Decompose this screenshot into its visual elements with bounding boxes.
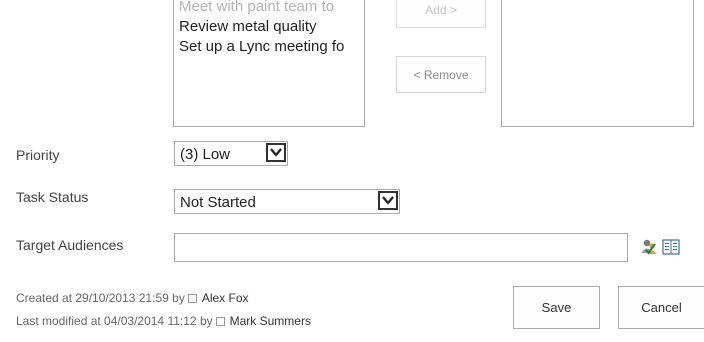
save-button[interactable]: Save [513, 286, 600, 329]
priority-select[interactable]: (3) Low [174, 141, 288, 166]
modified-by-text: by [199, 314, 213, 328]
list-item[interactable]: Meet with paint team to [179, 0, 359, 17]
presence-icon[interactable] [187, 294, 197, 303]
available-tasks-listbox[interactable]: Meet with paint team to Review metal qua… [173, 0, 365, 127]
created-info: Created at 29/10/2013 21:59 by Alex Fox [16, 291, 249, 305]
created-by-user-link[interactable]: Alex Fox [202, 291, 249, 305]
list-item[interactable]: Set up a Lync meeting fo [179, 37, 359, 57]
priority-value: (3) Low [180, 146, 231, 163]
selected-tasks-listbox[interactable] [501, 0, 694, 127]
created-by-text: by [172, 291, 185, 305]
modified-by-user-link[interactable]: Mark Summers [230, 314, 311, 328]
browse-directory-icon[interactable] [662, 239, 680, 260]
list-item[interactable]: Review metal quality [179, 17, 359, 37]
remove-button[interactable]: < Remove [396, 56, 486, 93]
cancel-button[interactable]: Cancel [618, 286, 704, 329]
priority-label: Priority [16, 147, 60, 163]
chevron-down-icon[interactable] [378, 191, 398, 210]
target-audiences-label: Target Audiences [16, 237, 124, 253]
modified-timestamp: Last modified at 04/03/2014 11:12 [16, 314, 197, 328]
modified-info: Last modified at 04/03/2014 11:12 by Mark… [16, 314, 311, 328]
task-status-value: Not Started [180, 194, 256, 211]
target-audiences-input[interactable] [174, 233, 628, 262]
task-status-select[interactable]: Not Started [174, 189, 400, 214]
task-status-label: Task Status [16, 189, 89, 205]
add-button[interactable]: Add > [396, 0, 486, 28]
check-names-icon[interactable] [640, 238, 658, 261]
chevron-down-icon[interactable] [266, 143, 286, 162]
created-timestamp: Created at 29/10/2013 21:59 [16, 291, 169, 305]
presence-icon[interactable] [215, 317, 225, 326]
